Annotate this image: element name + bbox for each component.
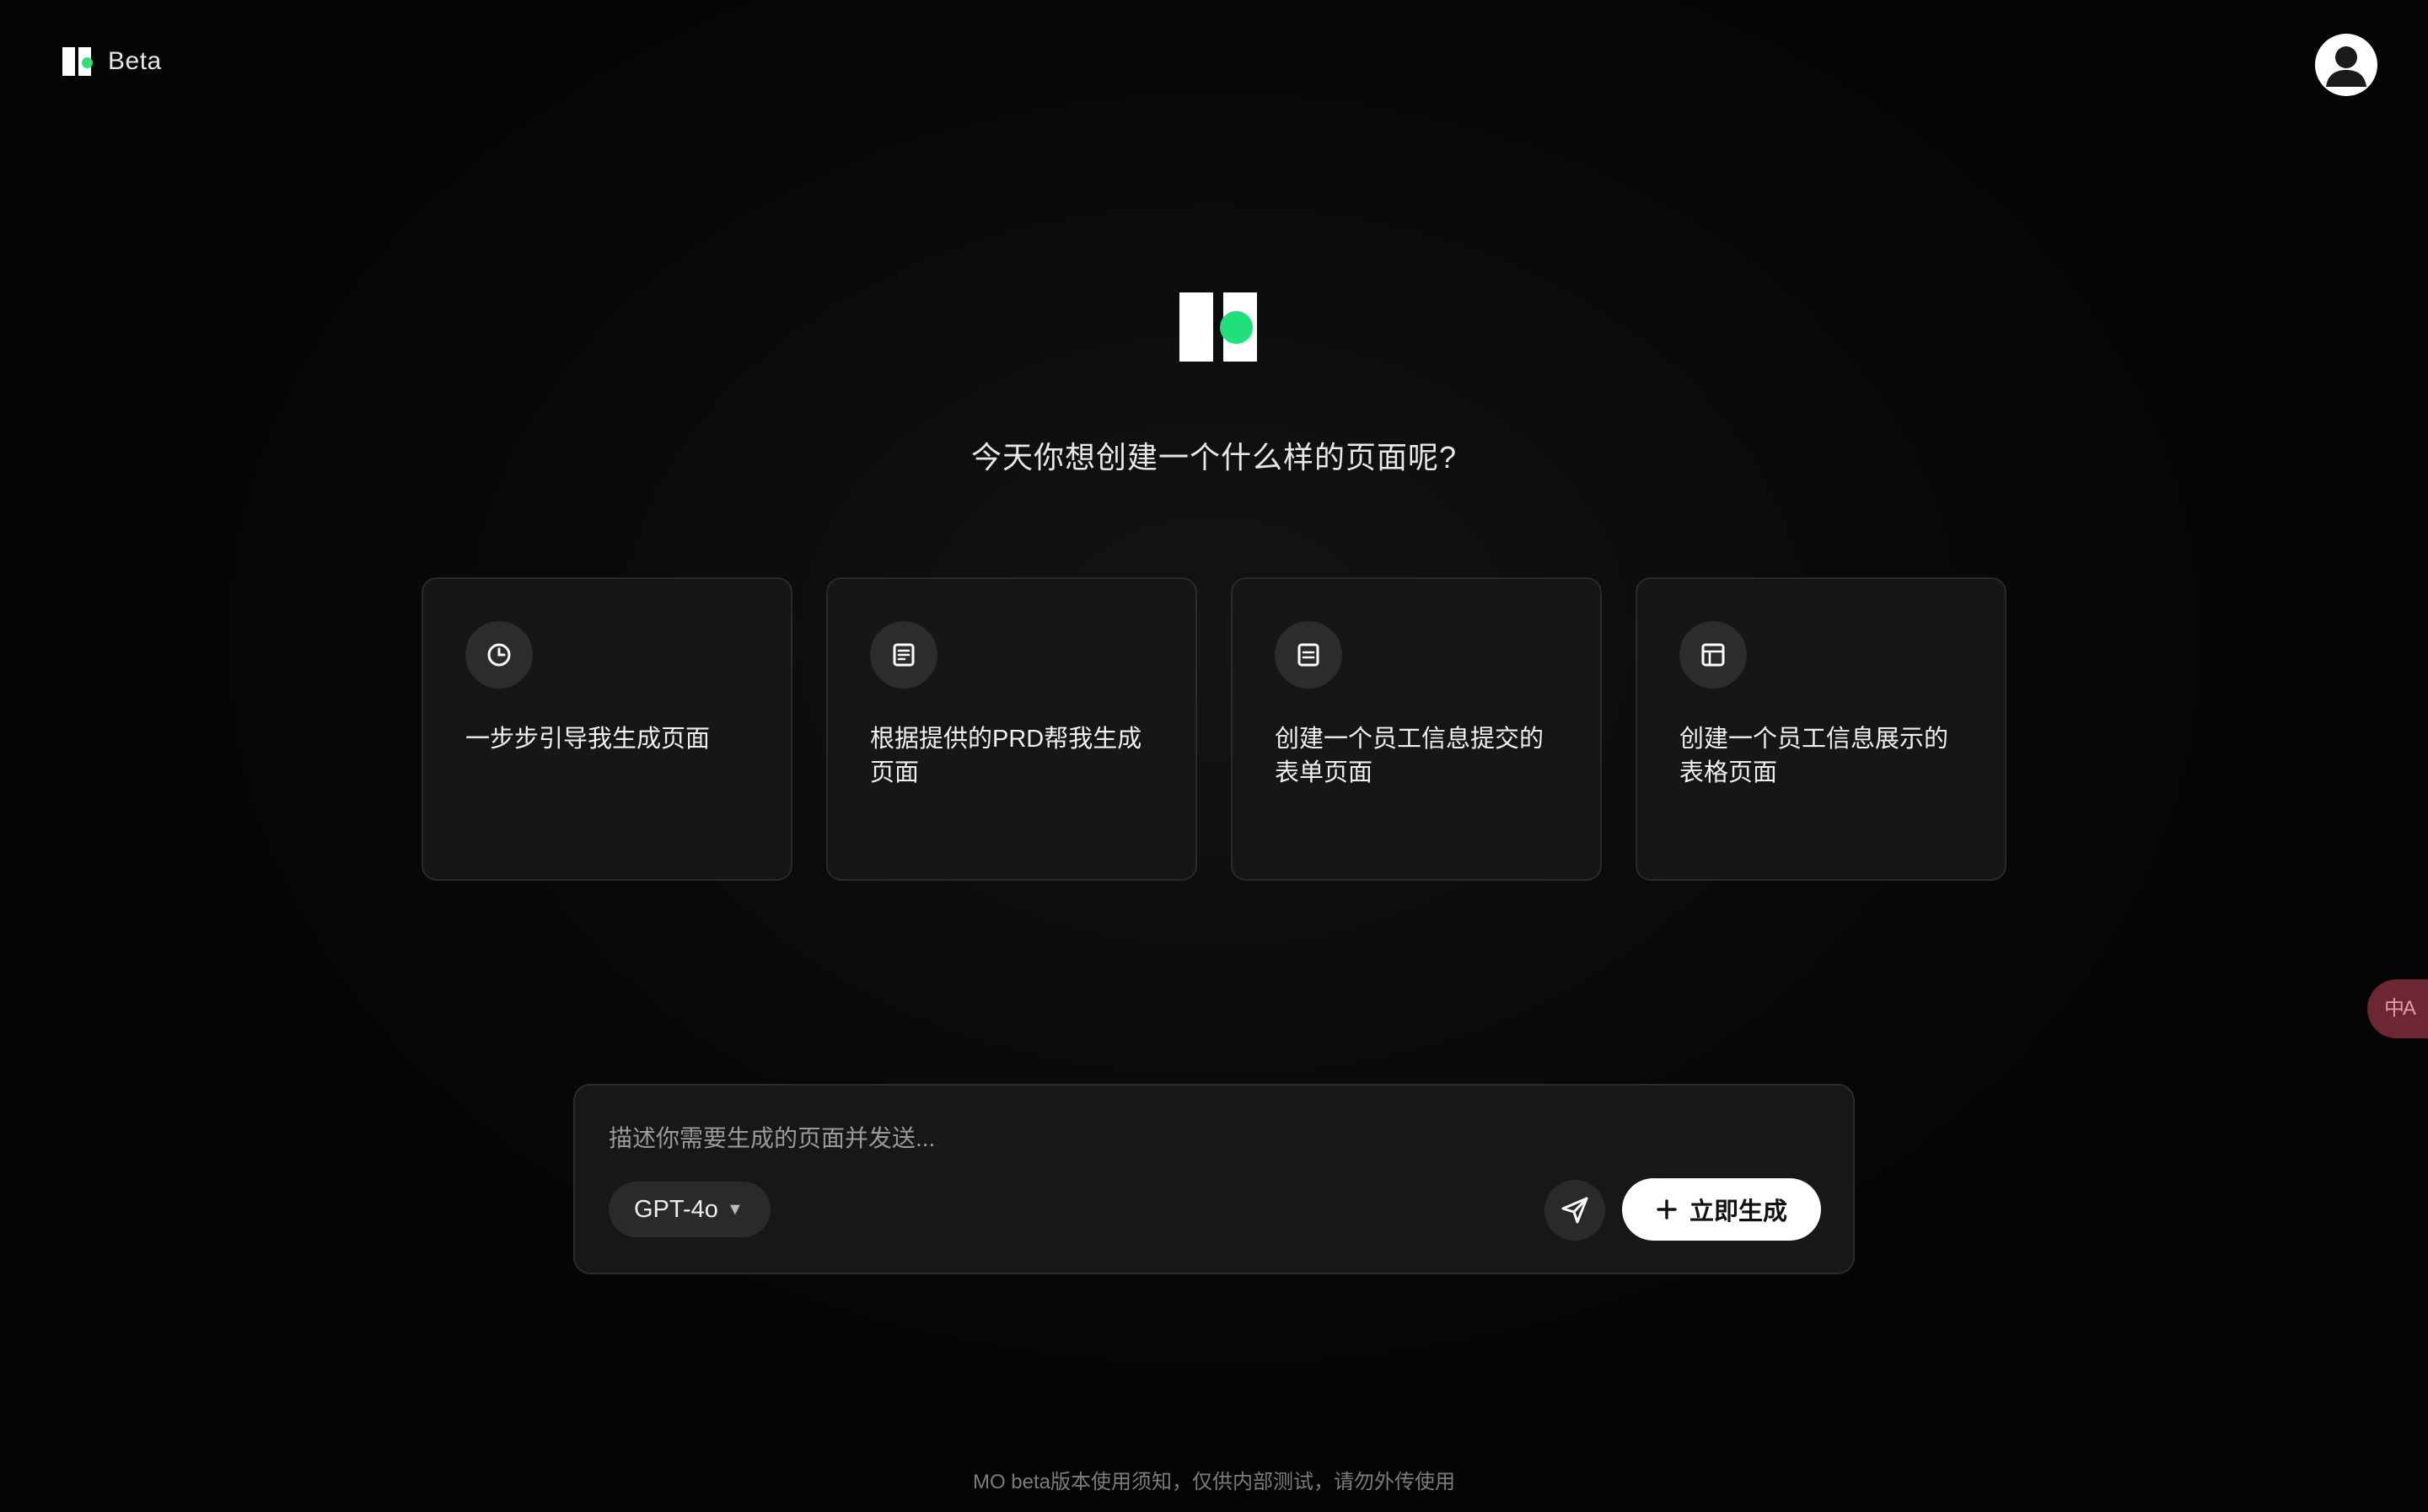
table-icon [1679,621,1747,689]
translate-icon: 中A [2384,997,2416,1020]
suggestion-card-guided[interactable]: 一步步引导我生成页面 [422,577,792,881]
suggestion-card-table[interactable]: 创建一个员工信息展示的表格页面 [1636,577,2006,881]
clock-icon [465,621,533,689]
card-text: 创建一个员工信息提交的表单页面 [1275,726,1544,786]
prompt-composer: GPT-4o ▼ 立即生成 [573,1084,1855,1274]
page-title: 今天你想创建一个什么样的页面呢? [970,440,1458,475]
brand-logo [62,47,93,76]
hero-logo [1179,292,1257,362]
model-label: GPT-4o [634,1195,718,1223]
plus-icon [1657,1199,1677,1220]
card-text: 根据提供的PRD帮我生成页面 [870,726,1142,786]
model-select[interactable]: GPT-4o ▼ [609,1182,771,1237]
document-icon [870,621,937,689]
send-button[interactable] [1544,1180,1605,1241]
generate-button[interactable]: 立即生成 [1622,1178,1821,1241]
brand-label: Beta [108,47,162,75]
prompt-input[interactable] [609,1118,1789,1160]
send-icon [1561,1197,1588,1224]
app-root: Beta 今天你想创建一个什么样的页面呢? 一步步引导我生成页面 根据提供的PR… [0,0,2428,1512]
user-avatar[interactable] [2315,34,2377,96]
suggestion-cards: 一步步引导我生成页面 根据提供的PRD帮我生成页面 创建一个员工信息提交的表单页… [422,577,2006,881]
form-icon [1275,621,1342,689]
brand[interactable]: Beta [62,47,162,76]
card-text: 创建一个员工信息展示的表格页面 [1679,726,1949,786]
footer-notice: MO beta版本使用须知，仅供内部测试，请勿外传使用 [972,1471,1456,1493]
suggestion-card-prd[interactable]: 根据提供的PRD帮我生成页面 [826,577,1197,881]
suggestion-card-form[interactable]: 创建一个员工信息提交的表单页面 [1231,577,1602,881]
caret-down-icon: ▼ [726,1199,744,1219]
user-icon [2326,46,2366,87]
card-text: 一步步引导我生成页面 [465,726,711,753]
translate-button[interactable]: 中A [2367,979,2428,1038]
generate-label: 立即生成 [1689,1198,1787,1225]
